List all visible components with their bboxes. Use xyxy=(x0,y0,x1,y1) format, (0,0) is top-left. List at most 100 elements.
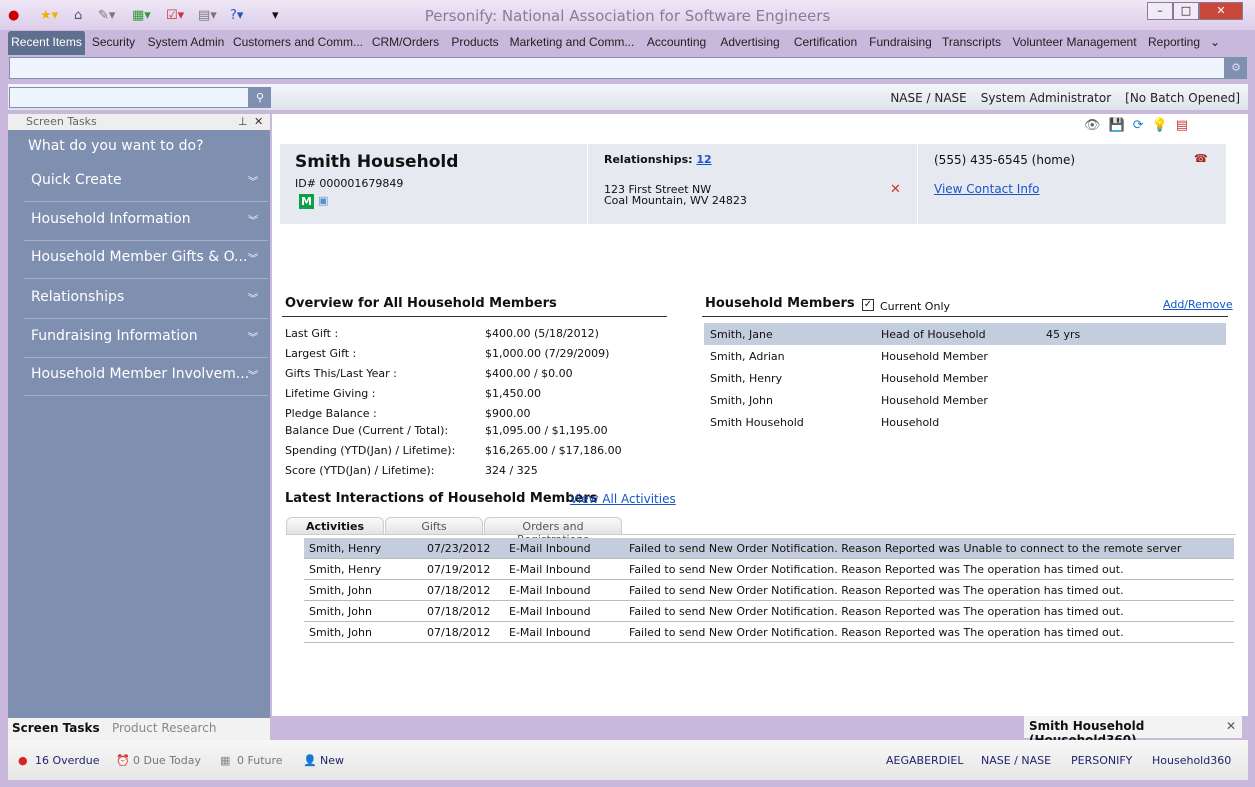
panel-title: Screen Tasks xyxy=(26,115,97,128)
tab-marketing[interactable]: Marketing and Comm... xyxy=(505,31,640,55)
relationships: Relationships: 12 xyxy=(604,153,712,166)
task-member-involvement[interactable]: Household Member Involvem... ︾ xyxy=(24,358,268,396)
tab-product-research[interactable]: Product Research xyxy=(112,721,216,735)
task-label: Fundraising Information xyxy=(31,328,198,344)
do-not-call-icon: ☎ xyxy=(1194,152,1208,165)
gear-icon[interactable]: ⚙ xyxy=(1225,57,1247,79)
tab-products[interactable]: Products xyxy=(446,31,505,55)
overview-title: Overview for All Household Members xyxy=(285,296,557,311)
new-button[interactable]: New xyxy=(320,754,344,767)
tab-customers[interactable]: Customers and Comm... xyxy=(231,31,366,55)
member-row[interactable]: Smith, Jane Head of Household 45 yrs xyxy=(704,323,1226,345)
activity-type: E-Mail Inbound xyxy=(509,563,591,576)
tab-accounting[interactable]: Accounting xyxy=(640,31,714,55)
pin-icon[interactable]: ⊥ xyxy=(238,114,248,130)
tab-transcripts[interactable]: Transcripts xyxy=(937,31,1007,55)
tab-fundraising[interactable]: Fundraising xyxy=(865,31,937,55)
overview-value: $900.00 xyxy=(485,407,531,420)
task-relationships[interactable]: Relationships ︾ xyxy=(24,281,268,319)
current-only-checkbox[interactable]: ✓ xyxy=(862,299,874,311)
overview-label: Gifts This/Last Year : xyxy=(285,367,397,380)
member-name: Smith, Jane xyxy=(710,328,773,341)
tab-reporting[interactable]: Reporting xyxy=(1143,31,1206,55)
member-name: Smith, Henry xyxy=(710,372,783,385)
remove-address-icon[interactable]: ✕ xyxy=(890,182,901,197)
tab-activities[interactable]: Activities xyxy=(286,517,384,534)
future-count[interactable]: 0 Future xyxy=(237,754,283,767)
member-row[interactable]: Smith, Adrian Household Member xyxy=(704,345,1226,367)
tab-orders-registrations[interactable]: Orders and Registrations xyxy=(484,517,622,546)
task-fundraising-information[interactable]: Fundraising Information ︾ xyxy=(24,320,268,358)
tab-volunteer[interactable]: Volunteer Management xyxy=(1007,31,1143,55)
close-button[interactable]: ✕ xyxy=(1199,2,1243,20)
tab-crm-orders[interactable]: CRM/Orders xyxy=(366,31,446,55)
relationships-count-link[interactable]: 12 xyxy=(696,153,711,166)
activity-date: 07/18/2012 xyxy=(427,626,491,639)
overdue-count[interactable]: 16 Overdue xyxy=(35,754,99,767)
tab-advertising[interactable]: Advertising xyxy=(714,31,787,55)
phone: (555) 435-6545 (home) xyxy=(934,153,1076,167)
tab-certification[interactable]: Certification xyxy=(787,31,865,55)
activity-member: Smith, John xyxy=(309,584,372,597)
view-icon[interactable]: 👁 xyxy=(1084,118,1101,133)
tab-recent-items[interactable]: Recent Items xyxy=(8,31,86,55)
lightbulb-icon[interactable]: 💡 xyxy=(1152,118,1168,133)
view-all-activities-link[interactable]: View All Activities xyxy=(570,492,676,506)
task-household-information[interactable]: Household Information ︾ xyxy=(24,203,268,241)
activity-member: Smith, John xyxy=(309,605,372,618)
task-member-gifts[interactable]: Household Member Gifts & O... ︾ xyxy=(24,241,268,279)
household360-screen: 👁 💾 ⟳ 💡 ▤ Smith Household ID# 0000016798… xyxy=(272,114,1248,716)
refresh-icon[interactable]: ⟳ xyxy=(1133,118,1144,133)
card-icon[interactable]: ▣ xyxy=(318,194,328,207)
close-tab-icon[interactable]: ✕ xyxy=(1226,719,1236,733)
tabs-overflow-icon[interactable]: ⌄ xyxy=(1206,31,1224,55)
overview-row: Pledge Balance : $900.00 xyxy=(285,407,531,420)
status-screen: Household360 xyxy=(1152,754,1232,767)
task-label: Household Member Involvem... xyxy=(31,366,250,382)
relationships-label: Relationships: xyxy=(604,153,693,166)
household-id: ID# 000001679849 xyxy=(295,177,404,190)
add-remove-link[interactable]: Add/Remove xyxy=(1163,298,1233,311)
tab-system-admin[interactable]: System Admin xyxy=(142,31,231,55)
overview-label: Spending (YTD(Jan) / Lifetime): xyxy=(285,444,456,457)
report-icon[interactable]: ▤ xyxy=(1176,118,1188,133)
calendar-icon: ▦ xyxy=(220,754,231,767)
overview-value: $400.00 (5/18/2012) xyxy=(485,327,599,340)
divider xyxy=(917,144,918,224)
activity-row[interactable]: Smith, Henry 07/19/2012 E-Mail Inbound Fail… xyxy=(304,559,1234,580)
due-today-count[interactable]: 0 Due Today xyxy=(133,754,201,767)
activity-row[interactable]: Smith, John 07/18/2012 E-Mail Inbound Faile… xyxy=(304,622,1234,643)
chevron-down-icon: ︾ xyxy=(248,371,258,382)
save-icon[interactable]: 💾 xyxy=(1109,118,1125,133)
minimize-button[interactable]: – xyxy=(1147,2,1173,20)
task-quick-create[interactable]: Quick Create ︾ xyxy=(24,164,268,202)
household-name: Smith Household xyxy=(295,152,459,172)
member-row[interactable]: Smith, Henry Household Member xyxy=(704,367,1226,389)
tab-gifts[interactable]: Gifts xyxy=(385,517,483,534)
member-row[interactable]: Smith Household Household xyxy=(704,411,1226,433)
search-icon[interactable]: ⚲ xyxy=(249,87,271,108)
tab-screen-tasks[interactable]: Screen Tasks xyxy=(12,721,100,735)
chevron-down-icon: ︾ xyxy=(248,216,258,227)
panel-question: What do you want to do? xyxy=(28,138,204,154)
alarm-clock-icon: ⏰ xyxy=(116,754,130,767)
maximize-button[interactable]: □ xyxy=(1173,2,1199,20)
activity-type: E-Mail Inbound xyxy=(509,584,591,597)
tab-security[interactable]: Security xyxy=(86,31,142,55)
overview-label: Last Gift : xyxy=(285,327,339,340)
close-icon[interactable]: ✕ xyxy=(254,114,263,130)
activity-row[interactable]: Smith, John 07/18/2012 E-Mail Inbound Faile… xyxy=(304,601,1234,622)
activity-row[interactable]: Smith, John 07/18/2012 E-Mail Inbound Faile… xyxy=(304,580,1234,601)
divider xyxy=(286,534,1236,535)
member-badge: M xyxy=(299,194,314,209)
member-row[interactable]: Smith, John Household Member xyxy=(704,389,1226,411)
member-role: Head of Household xyxy=(881,328,986,341)
command-bar[interactable] xyxy=(9,57,1225,79)
document-tab[interactable]: Smith Household (Household360)✕ xyxy=(1024,716,1242,747)
chevron-down-icon: ︾ xyxy=(248,333,258,344)
overview-label: Lifetime Giving : xyxy=(285,387,376,400)
activity-row[interactable]: Smith, Henry 07/23/2012 E-Mail Inbound Fail… xyxy=(304,538,1234,559)
view-contact-info-link[interactable]: View Contact Info xyxy=(934,182,1040,196)
search-input[interactable] xyxy=(9,87,249,108)
status-app: PERSONIFY xyxy=(1071,754,1133,767)
